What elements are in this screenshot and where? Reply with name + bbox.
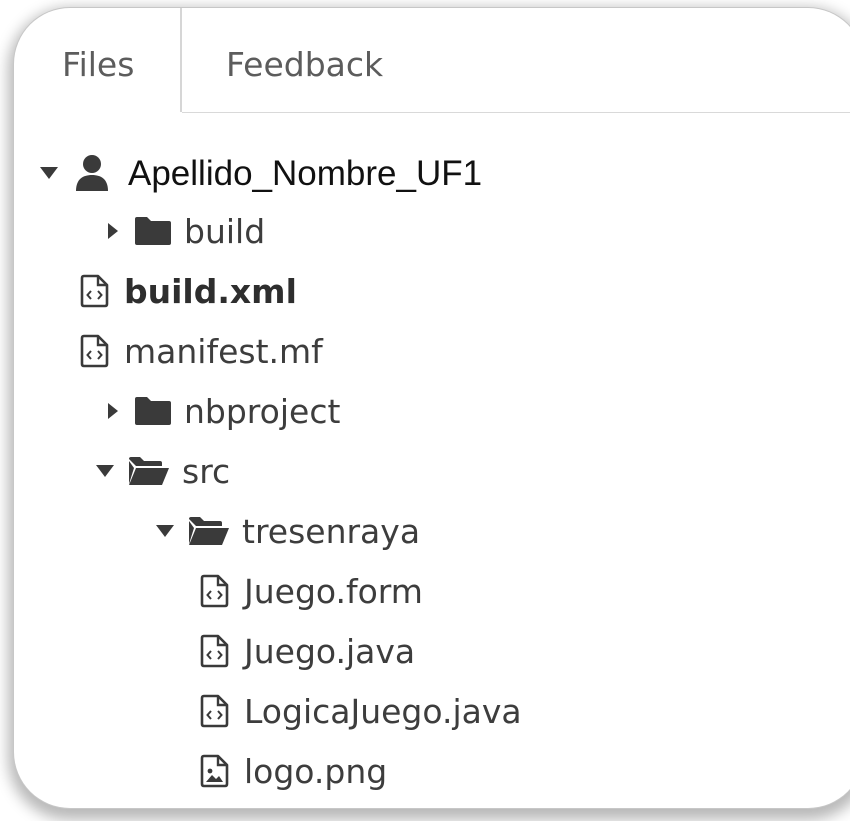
tree-item-label: tresenraya [242,511,421,551]
caret-right-icon[interactable] [102,400,124,422]
code-file-icon [200,574,230,608]
tree-item-label: build.xml [124,271,297,311]
tree-item-juego-java[interactable]: Juego.java [200,626,415,676]
tree-item-build[interactable]: build [102,206,265,256]
tab-bar-underline [182,112,850,113]
tab-divider [180,8,182,112]
user-icon [74,154,110,192]
tree-item-nbproject[interactable]: nbproject [102,386,340,436]
tree-root[interactable]: Apellido_Nombre_UF1 [38,148,482,198]
tree-item-label: Juego.form [244,571,423,611]
tab-feedback[interactable]: Feedback [226,48,383,81]
tree-item-label: Juego.java [244,631,416,671]
caret-down-icon[interactable] [38,162,60,184]
caret-right-icon[interactable] [102,220,124,242]
tree-item-build-xml[interactable]: build.xml [80,266,297,316]
image-file-icon [200,754,230,788]
folder-open-icon [188,516,230,546]
tree-item-label: nbproject [184,391,341,431]
caret-down-icon[interactable] [154,520,176,542]
tree-item-manifest[interactable]: manifest.mf [80,326,323,376]
tab-files[interactable]: Files [62,48,134,81]
folder-icon [134,216,172,246]
code-file-icon [200,694,230,728]
tree-item-label: logo.png [244,751,388,791]
file-explorer-panel: Files Feedback Apellido_Nombre_UF1 build [14,8,850,808]
tree-item-juego-form[interactable]: Juego.form [200,566,423,616]
folder-icon [134,396,172,426]
tab-bar: Files Feedback [14,8,850,113]
tree-item-label: build [184,211,266,251]
code-file-icon [80,334,110,368]
tree-item-label: manifest.mf [124,331,323,371]
caret-down-icon[interactable] [94,460,116,482]
tree-item-src[interactable]: src [94,446,230,496]
tree-item-label: LogicaJuego.java [244,691,522,731]
code-file-icon [200,634,230,668]
tree-item-tresenraya[interactable]: tresenraya [154,506,420,556]
tree-root-label: Apellido_Nombre_UF1 [128,153,483,193]
tree-item-label: src [182,451,231,491]
folder-open-icon [128,456,170,486]
tree-item-logo-png[interactable]: logo.png [200,746,387,796]
code-file-icon [80,274,110,308]
tree-item-logicajuego-java[interactable]: LogicaJuego.java [200,686,522,736]
